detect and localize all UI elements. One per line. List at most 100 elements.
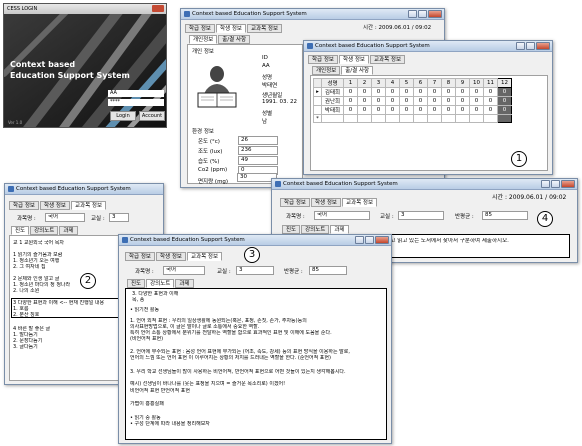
attendance-cell-highlight[interactable]: 0 — [497, 96, 512, 106]
tab-student-info[interactable]: 학생 정보 — [339, 55, 369, 64]
subtab-attendance[interactable]: 출/결 사항 — [218, 35, 251, 44]
attendance-cell[interactable]: 0 — [399, 96, 414, 106]
close-icon[interactable] — [536, 42, 550, 50]
attendance-cell[interactable]: 0 — [427, 105, 442, 115]
row-selector[interactable] — [313, 96, 322, 106]
table-row[interactable]: ▸ 김태희 0 0 0 0 0 0 0 0 0 0 0 0 — [313, 87, 512, 97]
attendance-cell[interactable]: 0 — [399, 87, 414, 97]
close-icon[interactable] — [428, 10, 442, 18]
subtab-lecture-note[interactable]: 강의노트 — [146, 279, 175, 288]
minimize-icon[interactable] — [541, 180, 550, 188]
field-name-value: 박태연 — [262, 83, 278, 89]
tab-subject-info[interactable]: 교과목 정보 — [370, 55, 406, 64]
close-icon[interactable] — [375, 236, 389, 244]
attendance-cell-highlight[interactable]: 0 — [497, 87, 512, 97]
attendance-cell[interactable]: 0 — [371, 87, 386, 97]
empty-cell — [483, 114, 498, 123]
attendance-cell[interactable]: 0 — [399, 105, 414, 115]
subtab-progress[interactable]: 진도 — [11, 226, 30, 235]
attendance-cell[interactable]: 0 — [385, 96, 400, 106]
attendance-cell[interactable]: 0 — [427, 87, 442, 97]
subtab-progress[interactable]: 진도 — [127, 279, 146, 288]
subtab-lecture-note[interactable]: 강의노트 — [301, 225, 330, 234]
table-row[interactable]: 권난희 0 0 0 0 0 0 0 0 0 0 0 0 — [313, 96, 512, 106]
maximize-icon[interactable] — [365, 236, 374, 244]
env-temp-value: 26 — [238, 136, 278, 145]
attendance-cell[interactable]: 0 — [441, 96, 456, 106]
attendance-cell[interactable]: 0 — [385, 105, 400, 115]
row-selector[interactable] — [313, 105, 322, 115]
tab-student-info[interactable]: 학생 정보 — [311, 198, 341, 207]
tab-student-info[interactable]: 학생 정보 — [216, 24, 246, 33]
close-icon[interactable] — [561, 180, 575, 188]
table-row-new[interactable]: * — [313, 114, 512, 123]
attendance-cell[interactable]: 0 — [483, 96, 498, 106]
attendance-cell[interactable]: 0 — [385, 87, 400, 97]
attendance-cell[interactable]: 0 — [483, 105, 498, 115]
maximize-icon[interactable] — [526, 42, 535, 50]
attendance-cell[interactable]: 0 — [343, 105, 358, 115]
maximize-icon[interactable] — [418, 10, 427, 18]
login-password-input[interactable]: **** — [108, 99, 164, 106]
minimize-icon[interactable] — [355, 236, 364, 244]
room-label: 교실 : — [217, 269, 231, 275]
attendance-cell[interactable]: 0 — [469, 96, 484, 106]
student-name: 김태희 — [321, 87, 344, 97]
subtab-personal[interactable]: 개인정보 — [312, 66, 341, 75]
attendance-cell[interactable]: 0 — [371, 105, 386, 115]
attendance-cell[interactable]: 0 — [357, 105, 372, 115]
row-selector[interactable]: ▸ — [313, 87, 322, 97]
attendance-cell[interactable]: 0 — [469, 105, 484, 115]
tab-class-info[interactable]: 학급 정보 — [185, 24, 215, 33]
attendance-cell[interactable]: 0 — [469, 87, 484, 97]
attendance-cell[interactable]: 0 — [371, 96, 386, 106]
table-row[interactable]: 박태희 0 0 0 0 0 0 0 0 0 0 0 0 — [313, 105, 512, 115]
subtab-personal[interactable]: 개인정보 — [189, 35, 218, 44]
tab-subject-info[interactable]: 교과목 정보 — [342, 198, 378, 207]
tab-class-info[interactable]: 학급 정보 — [9, 201, 39, 210]
room-label: 교실 : — [91, 216, 105, 222]
subtab-attendance[interactable]: 출/결 사항 — [341, 66, 374, 75]
attendance-cell[interactable]: 0 — [413, 87, 428, 97]
attendance-cell[interactable]: 0 — [357, 96, 372, 106]
attendance-cell-highlight[interactable]: 0 — [497, 105, 512, 115]
room-field: 3 — [236, 266, 274, 275]
minimize-icon[interactable] — [516, 42, 525, 50]
attendance-cell[interactable]: 0 — [455, 105, 470, 115]
subtab-lecture-note[interactable]: 강의노트 — [30, 226, 59, 235]
attendance-cell[interactable]: 0 — [413, 105, 428, 115]
subtab-homework[interactable]: 과제 — [330, 225, 349, 234]
lesson-left-main-tabs: 학급 정보 학생 정보 교과목 정보 — [9, 201, 107, 210]
tab-subject-info[interactable]: 교과목 정보 — [247, 24, 283, 33]
maximize-icon[interactable] — [551, 180, 560, 188]
tab-subject-info[interactable]: 교과목 정보 — [71, 201, 107, 210]
tab-class-info[interactable]: 학급 정보 — [308, 55, 338, 64]
attendance-cell[interactable]: 0 — [357, 87, 372, 97]
tab-student-info[interactable]: 학생 정보 — [40, 201, 70, 210]
attendance-cell[interactable]: 0 — [427, 96, 442, 106]
tab-class-info[interactable]: 학급 정보 — [125, 252, 155, 261]
login-button[interactable]: Login — [110, 111, 136, 121]
login-user-input[interactable]: AA — [108, 90, 164, 97]
account-button[interactable]: Account — [139, 111, 165, 121]
lesson-front-title: Context based Education Support System — [130, 237, 245, 243]
header-name: 성명 — [321, 78, 344, 88]
attendance-cell[interactable]: 0 — [413, 96, 428, 106]
row-selector[interactable]: * — [313, 114, 322, 123]
tab-subject-info[interactable]: 교과목 정보 — [187, 252, 223, 261]
attendance-cell[interactable]: 0 — [441, 87, 456, 97]
login-close-icon[interactable] — [152, 5, 164, 12]
attendance-cell[interactable]: 0 — [441, 105, 456, 115]
subtab-homework[interactable]: 과제 — [59, 226, 78, 235]
subtab-homework[interactable]: 과제 — [175, 279, 194, 288]
tab-student-info[interactable]: 학생 정보 — [156, 252, 186, 261]
attendance-cell[interactable]: 0 — [343, 96, 358, 106]
attendance-cell[interactable]: 0 — [455, 87, 470, 97]
attendance-cell[interactable]: 0 — [455, 96, 470, 106]
minimize-icon[interactable] — [408, 10, 417, 18]
header-month: 11 — [483, 78, 498, 88]
tab-class-info[interactable]: 학급 정보 — [280, 198, 310, 207]
attendance-cell[interactable]: 0 — [343, 87, 358, 97]
attendance-cell[interactable]: 0 — [483, 87, 498, 97]
subtab-progress[interactable]: 진도 — [282, 225, 301, 234]
